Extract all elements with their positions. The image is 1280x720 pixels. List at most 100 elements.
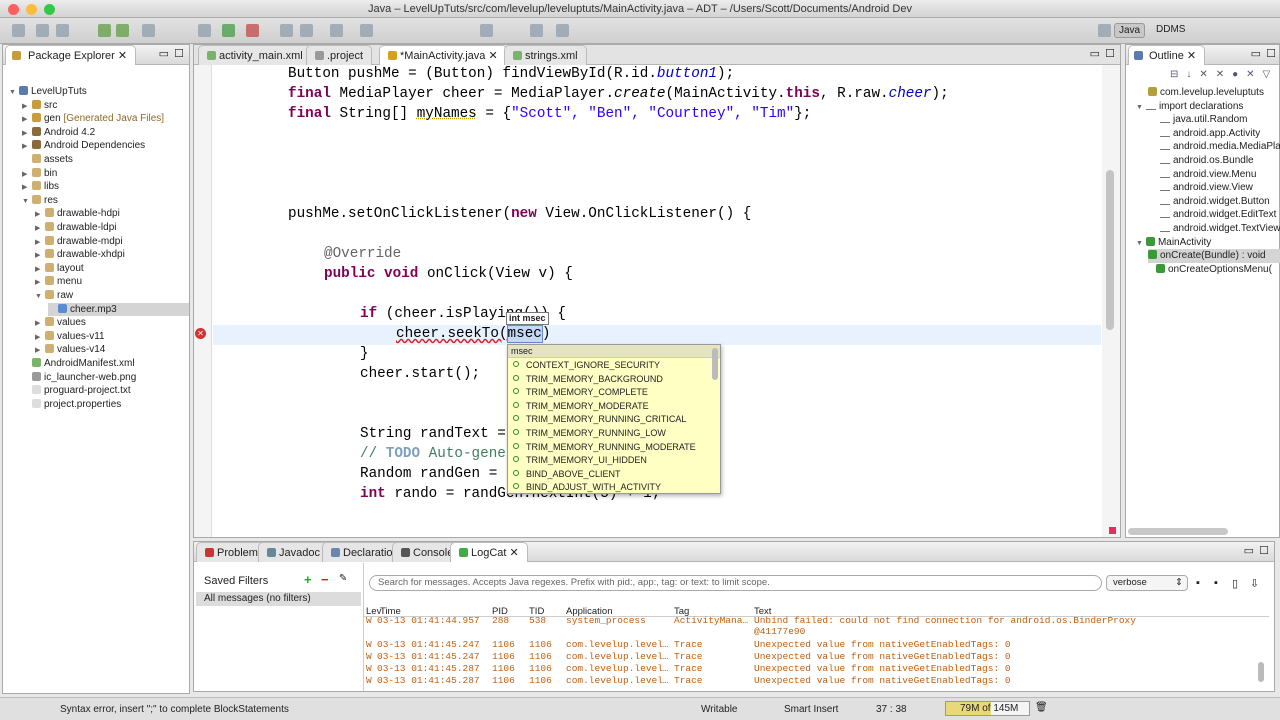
outline-item[interactable]: android.app.Activity bbox=[1160, 127, 1260, 141]
expand-toggle[interactable]: ▶ bbox=[35, 249, 45, 263]
debug-icon[interactable] bbox=[198, 24, 211, 37]
tree-item[interactable]: ▶ drawable-xhdpi bbox=[35, 248, 125, 263]
outline-item[interactable]: android.media.MediaPla bbox=[1160, 140, 1280, 154]
outline-tab[interactable]: Outline ✕ bbox=[1128, 45, 1206, 65]
minimize-editor-icon[interactable]: ▭ bbox=[1090, 47, 1100, 60]
autocomplete-item[interactable]: BIND_ABOVE_CLIENT bbox=[513, 469, 621, 479]
outline-item[interactable]: ▼ MainActivity bbox=[1136, 236, 1211, 251]
minimize-view-icon[interactable]: ▭ bbox=[159, 47, 169, 60]
tab-javadoc[interactable]: Javadoc bbox=[258, 542, 329, 562]
filter-all-messages[interactable]: All messages (no filters) bbox=[196, 592, 361, 606]
log-level-select[interactable]: verbose ⇕ bbox=[1106, 575, 1188, 591]
outline-toolbar[interactable]: ⊟↓✕✕●✕▽ bbox=[1170, 69, 1278, 80]
expand-toggle[interactable]: ▶ bbox=[22, 181, 32, 195]
clear-log-icon[interactable]: ▪ bbox=[1214, 577, 1218, 589]
maximize-view-icon[interactable]: ☐ bbox=[174, 47, 184, 60]
avd-manager-icon[interactable] bbox=[116, 24, 129, 37]
popup-scrollbar[interactable] bbox=[712, 348, 718, 380]
back-icon[interactable] bbox=[530, 24, 543, 37]
autocomplete-item[interactable]: TRIM_MEMORY_COMPLETE bbox=[513, 387, 648, 397]
outline-item[interactable]: android.widget.EditText bbox=[1160, 208, 1276, 222]
tree-item[interactable]: ▶ values bbox=[35, 316, 86, 331]
expand-toggle[interactable]: ▶ bbox=[35, 222, 45, 236]
maximize-editor-icon[interactable]: ☐ bbox=[1105, 47, 1115, 60]
tree-item[interactable]: ▶ gen [Generated Java Files] bbox=[22, 112, 164, 127]
expand-toggle[interactable]: ▶ bbox=[35, 317, 45, 331]
editor-scrollbar[interactable] bbox=[1102, 65, 1120, 537]
outline-hscrollbar[interactable] bbox=[1128, 528, 1228, 535]
outline-item[interactable]: android.widget.TextView bbox=[1160, 222, 1280, 236]
minimize-view-icon[interactable]: ▭ bbox=[1244, 544, 1254, 557]
tree-item[interactable]: ▶ drawable-ldpi bbox=[35, 221, 116, 236]
save-icon[interactable] bbox=[36, 24, 49, 37]
tree-item[interactable]: ▶ Android Dependencies bbox=[22, 139, 145, 154]
perspective-ddms[interactable]: DDMS bbox=[1152, 23, 1189, 36]
run-icon[interactable] bbox=[222, 24, 235, 37]
next-annotation-icon[interactable] bbox=[480, 24, 493, 37]
new-icon[interactable] bbox=[12, 24, 25, 37]
perspective-java[interactable]: Java bbox=[1114, 23, 1146, 38]
tab-project[interactable]: .project bbox=[306, 45, 373, 65]
outline-item[interactable]: ▼ import declarations bbox=[1136, 100, 1243, 115]
tab-strings-xml[interactable]: strings.xml bbox=[504, 45, 587, 65]
expand-toggle[interactable]: ▶ bbox=[22, 100, 32, 114]
heap-status[interactable]: 79M of 145M bbox=[945, 701, 1030, 716]
tree-item[interactable]: ▶ layout bbox=[35, 262, 84, 277]
new-package-icon[interactable] bbox=[300, 24, 313, 37]
lint-icon[interactable] bbox=[142, 24, 155, 37]
remove-filter-icon[interactable]: − bbox=[321, 572, 329, 587]
outline-item[interactable]: android.view.Menu bbox=[1160, 168, 1256, 182]
display-mode-icon[interactable]: ▯ bbox=[1232, 577, 1238, 590]
garbage-collect-icon[interactable]: 🗑 bbox=[1035, 702, 1048, 713]
tree-item[interactable]: ▼ raw bbox=[35, 289, 73, 304]
autocomplete-item[interactable]: TRIM_MEMORY_MODERATE bbox=[513, 401, 649, 411]
outline-item[interactable]: java.util.Random bbox=[1160, 113, 1247, 127]
tree-item[interactable]: project.properties bbox=[22, 398, 121, 412]
expand-toggle[interactable]: ▶ bbox=[35, 263, 45, 277]
tab-activity-main-xml[interactable]: activity_main.xml bbox=[198, 45, 312, 65]
expand-toggle[interactable]: ▶ bbox=[35, 344, 45, 358]
search-icon[interactable] bbox=[360, 24, 373, 37]
minimize-window-button[interactable] bbox=[26, 4, 37, 15]
expand-toggle[interactable]: ▼ bbox=[35, 290, 45, 304]
tree-item[interactable]: ▶ drawable-hdpi bbox=[35, 207, 120, 222]
add-filter-icon[interactable]: + bbox=[304, 572, 312, 587]
outline-item[interactable]: android.os.Bundle bbox=[1160, 154, 1254, 168]
logcat-search-input[interactable]: Search for messages. Accepts Java regexe… bbox=[369, 575, 1102, 591]
external-tools-icon[interactable] bbox=[246, 24, 259, 37]
outline-item[interactable]: onCreate(Bundle) : void bbox=[1148, 249, 1280, 263]
outline-item[interactable]: android.view.View bbox=[1160, 181, 1253, 195]
minimize-view-icon[interactable]: ▭ bbox=[1251, 47, 1261, 60]
tree-item[interactable]: ▶ bin bbox=[22, 167, 57, 182]
expand-toggle[interactable]: ▶ bbox=[35, 236, 45, 250]
expand-toggle[interactable]: ▶ bbox=[22, 127, 32, 141]
forward-icon[interactable] bbox=[556, 24, 569, 37]
package-explorer-tab[interactable]: Package Explorer ✕ bbox=[5, 45, 137, 65]
zoom-window-button[interactable] bbox=[44, 4, 55, 15]
android-sdk-icon[interactable] bbox=[98, 24, 111, 37]
expand-toggle[interactable]: ▶ bbox=[35, 331, 45, 345]
autocomplete-item[interactable]: TRIM_MEMORY_UI_HIDDEN bbox=[513, 455, 647, 465]
scrollbar-thumb[interactable] bbox=[1106, 170, 1114, 330]
autocomplete-item[interactable]: TRIM_MEMORY_RUNNING_CRITICAL bbox=[513, 414, 686, 424]
open-type-icon[interactable] bbox=[330, 24, 343, 37]
close-window-button[interactable] bbox=[8, 4, 19, 15]
tree-item[interactable]: assets bbox=[22, 153, 73, 167]
autocomplete-item[interactable]: TRIM_MEMORY_RUNNING_MODERATE bbox=[513, 442, 696, 452]
expand-toggle[interactable]: ▶ bbox=[35, 208, 45, 222]
tree-item[interactable]: proguard-project.txt bbox=[22, 384, 131, 398]
outline-item[interactable]: com.levelup.leveluptuts bbox=[1148, 86, 1264, 100]
maximize-view-icon[interactable]: ☐ bbox=[1259, 544, 1269, 557]
tree-item[interactable]: AndroidManifest.xml bbox=[22, 357, 135, 371]
expand-toggle[interactable]: ▶ bbox=[35, 276, 45, 290]
save-log-icon[interactable]: ▪ bbox=[1196, 577, 1200, 589]
edit-filter-icon[interactable]: ✎ bbox=[339, 573, 347, 584]
tree-item[interactable]: ▶ drawable-mdpi bbox=[35, 235, 123, 250]
scroll-lock-icon[interactable]: ⇩ bbox=[1250, 577, 1259, 590]
expand-toggle[interactable]: ▼ bbox=[9, 86, 19, 100]
expand-toggle[interactable]: ▼ bbox=[1136, 104, 1143, 111]
autocomplete-popup[interactable]: msec CONTEXT_IGNORE_SECURITY TRIM_MEMORY_… bbox=[507, 344, 721, 494]
autocomplete-item[interactable]: BIND_ADJUST_WITH_ACTIVITY bbox=[513, 482, 661, 492]
tree-item[interactable]: ▶ menu bbox=[35, 275, 82, 290]
tree-item[interactable]: ▶ values-v11 bbox=[35, 330, 105, 345]
